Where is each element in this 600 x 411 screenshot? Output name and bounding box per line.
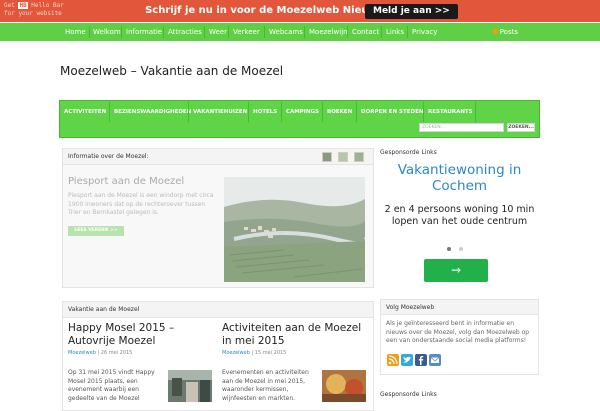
nav-divider <box>347 26 348 38</box>
posts-label: Posts <box>499 28 518 36</box>
newsletter-message: Schrijf je nu in voor de Moezelweb Nieuw… <box>145 5 415 16</box>
facebook-icon[interactable] <box>415 354 427 366</box>
nav-divider <box>163 26 164 38</box>
arrow-right-icon: → <box>450 263 462 277</box>
posts-rss-link[interactable]: Posts <box>492 23 518 41</box>
cat-boeken[interactable]: Boeken <box>327 105 352 119</box>
category-navigation: Activiteiten Bezienswaardigheden Vakanti… <box>59 100 540 138</box>
cat-vakantiehuizen[interactable]: Vakantiehuizen <box>193 105 247 119</box>
read-more-button[interactable]: LEES VERDER >> <box>68 226 124 236</box>
featured-description: Piesport aan de Moezel is een windorp me… <box>68 192 214 216</box>
nav-informatie[interactable]: Informatie <box>126 23 162 41</box>
nav-divider <box>381 26 382 38</box>
sponsored-ad[interactable]: Vakantiewoning in Cochem 2 en 4 persoons… <box>380 160 539 288</box>
ad-body: 2 en 4 persoons woning 10 min lopen van … <box>384 204 535 227</box>
cat-activiteiten[interactable]: Activiteiten <box>64 105 106 119</box>
nav-webcams[interactable]: Webcams <box>269 23 303 41</box>
cat-divider <box>248 102 249 122</box>
post-excerpt: Evenementen en activiteiten aan de Moeze… <box>222 369 309 402</box>
post-excerpt: Op 31 mei 2015 vindt Happy Mosel 2015 pl… <box>68 369 155 402</box>
nav-links[interactable]: Links <box>386 23 404 41</box>
nav-divider <box>228 26 229 38</box>
ad-title[interactable]: Vakantiewoning in Cochem <box>380 162 539 194</box>
top-navigation: Home Welkom Informatie Attracties Weer V… <box>0 23 600 41</box>
hello-bar: Get HB Hello Bar for your website Schrij… <box>0 0 600 22</box>
nav-divider <box>204 26 205 38</box>
cat-hotels[interactable]: Hotels <box>253 105 277 119</box>
post-thumbnail[interactable] <box>322 370 366 402</box>
follow-header: Volg Moezelweb <box>381 300 538 315</box>
cat-divider <box>475 102 476 122</box>
rss-icon <box>492 29 498 34</box>
post-meta: Moezelweb | 15 mei 2015 <box>222 350 287 356</box>
featured-thumb-2[interactable] <box>338 152 348 162</box>
sponsored-label-2: Gesponsorde Links <box>380 391 437 398</box>
nav-divider <box>304 26 305 38</box>
cat-bezienswaardigheden[interactable]: Bezienswaardigheden <box>114 105 191 119</box>
rss-icon[interactable] <box>387 354 399 366</box>
post-photo-image <box>168 370 212 402</box>
nav-home[interactable]: Home <box>65 23 86 41</box>
cat-divider <box>322 102 323 122</box>
twitter-icon[interactable] <box>401 354 413 366</box>
cat-divider <box>109 102 110 122</box>
cat-campings[interactable]: Campings <box>286 105 319 119</box>
post-author[interactable]: Moezelweb <box>68 350 96 356</box>
post-photo-image <box>322 370 366 402</box>
landscape-illustration <box>224 177 365 282</box>
ad-arrow-button[interactable]: → <box>424 259 488 282</box>
search-input[interactable]: ZOEKEN... <box>419 123 504 132</box>
nav-divider <box>89 26 90 38</box>
cat-divider <box>281 102 282 122</box>
nav-weer[interactable]: Weer <box>209 23 227 41</box>
nav-attracties[interactable]: Attracties <box>168 23 202 41</box>
follow-widget: Volg Moezelweb Als je geïnteresseerd ben… <box>380 299 539 375</box>
post-thumbnail[interactable] <box>168 370 212 402</box>
nav-divider <box>407 26 408 38</box>
news-header: Vakantie aan de Moezel <box>63 302 373 318</box>
nav-divider <box>264 26 265 38</box>
featured-thumb-1[interactable] <box>322 152 332 162</box>
cat-divider <box>188 102 189 122</box>
nav-privacy[interactable]: Privacy <box>412 23 437 41</box>
post-title[interactable]: Activiteiten aan de Moezel in mei 2015 <box>222 322 372 348</box>
cat-dorpen-en-steden[interactable]: Dorpen en steden <box>361 105 423 119</box>
search-button[interactable]: ZOEKEN... <box>507 123 535 132</box>
post-title[interactable]: Happy Mosel 2015 – Autovrije Moezel <box>68 322 218 348</box>
follow-text: Als je geïnteresseerd bent in informatie… <box>386 320 530 344</box>
featured-title[interactable]: Piesport aan de Moezel <box>68 176 184 187</box>
nav-welkom[interactable]: Welkom <box>93 23 121 41</box>
nav-verkeer[interactable]: Verkeer <box>233 23 260 41</box>
signup-button[interactable]: Meld je aan >> <box>365 4 458 19</box>
nav-moezelwijn[interactable]: Moezelwijn <box>309 23 348 41</box>
carousel-dot-active[interactable] <box>447 247 451 251</box>
email-icon[interactable] <box>429 354 441 366</box>
post-author[interactable]: Moezelweb <box>222 350 250 356</box>
nav-contact[interactable]: Contact <box>352 23 379 41</box>
post-meta: Moezelweb | 26 mei 2015 <box>68 350 133 356</box>
cat-restaurants[interactable]: Restaurants <box>428 105 473 119</box>
featured-thumb-3[interactable] <box>354 152 364 162</box>
post-date: 26 mei 2015 <box>100 350 133 356</box>
carousel-dot[interactable] <box>459 247 463 251</box>
cat-divider <box>356 102 357 122</box>
post-date: 15 mei 2015 <box>254 350 287 356</box>
cat-divider <box>423 102 424 122</box>
site-title[interactable]: Moezelweb – Vakantie aan de Moezel <box>60 64 283 78</box>
sponsored-label: Gesponsorde Links <box>380 149 437 156</box>
piesport-photo[interactable] <box>224 177 365 282</box>
nav-divider <box>121 26 122 38</box>
